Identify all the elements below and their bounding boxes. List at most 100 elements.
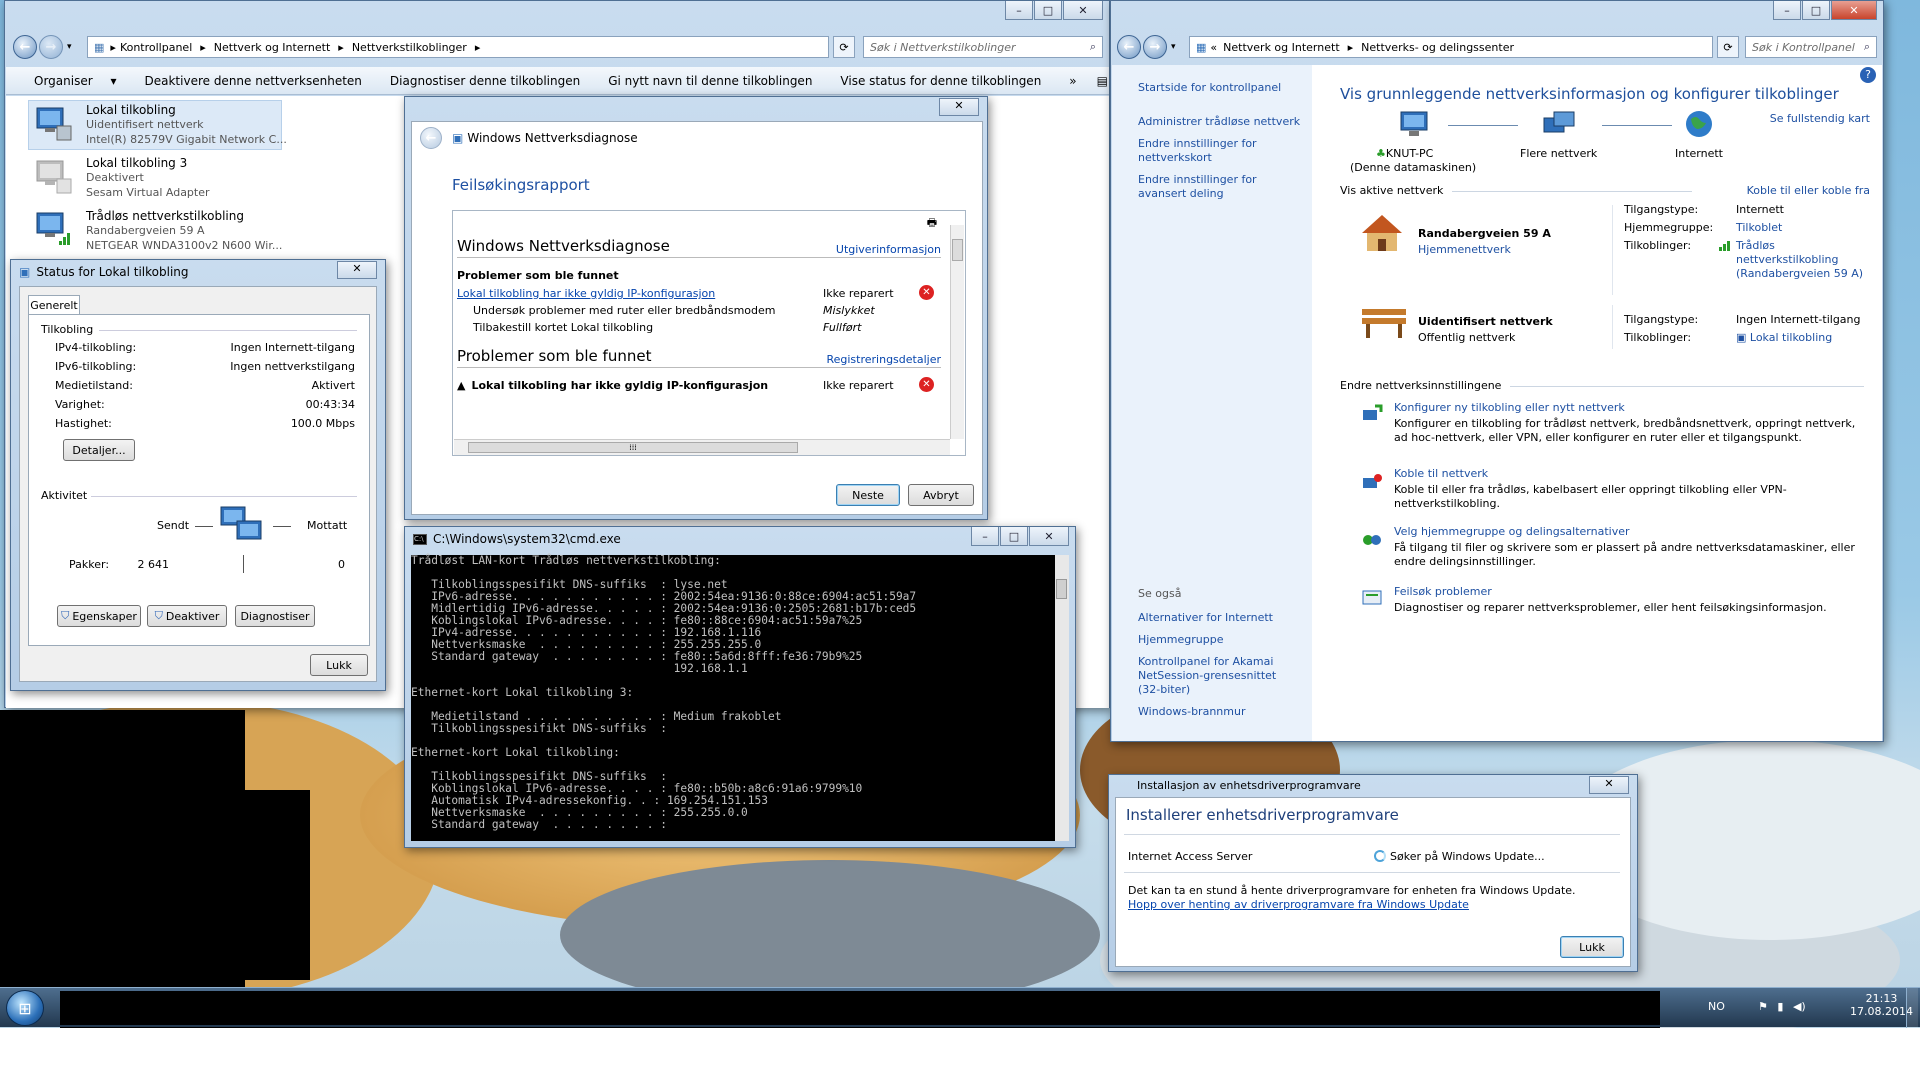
more-commands-button[interactable]: » xyxy=(1055,74,1090,88)
organize-menu[interactable]: Organiser ▾ xyxy=(6,74,131,88)
search-icon[interactable]: ⌕ xyxy=(1090,40,1096,54)
network-2-type: Offentlig nettverk xyxy=(1418,331,1516,344)
collapse-icon[interactable]: ▲ xyxy=(457,379,465,392)
connection-name[interactable]: Trådløs nettverkstilkobling xyxy=(86,209,244,223)
vertical-scrollbar[interactable] xyxy=(950,225,964,439)
search-icon[interactable]: ⌕ xyxy=(1864,40,1870,54)
tab-general[interactable]: Generelt xyxy=(28,295,80,315)
problem-link[interactable]: Lokal tilkobling har ikke gyldig IP-konf… xyxy=(457,287,715,300)
maximize-button[interactable]: □ xyxy=(1034,1,1062,20)
sidebar-link-adapter[interactable]: Endre innstillinger for nettverkskort xyxy=(1138,137,1288,165)
sidebar-link-wireless[interactable]: Administrer trådløse nettverk xyxy=(1138,115,1300,128)
details-button[interactable]: Detaljer... xyxy=(63,439,135,461)
driver-status: Søker på Windows Update... xyxy=(1374,850,1545,863)
properties-button[interactable]: ⛉ Egenskaper xyxy=(57,605,141,627)
close-dialog-button[interactable]: Lukk xyxy=(310,654,368,676)
problem-2[interactable]: ▲ Lokal tilkobling har ikke gyldig IP-kon… xyxy=(457,379,768,392)
recent-pages-icon[interactable]: ▾ xyxy=(1171,42,1176,52)
minimize-button[interactable]: – xyxy=(1773,1,1801,20)
forward-icon[interactable]: → xyxy=(1143,35,1167,59)
diagnose-button[interactable]: Diagnostiser xyxy=(235,605,315,627)
close-button[interactable]: ✕ xyxy=(1831,1,1877,20)
map-pc-sub: (Denne datamaskinen) xyxy=(1350,161,1477,174)
view-status-button[interactable]: Vise status for denne tilkoblingen xyxy=(826,74,1055,88)
refresh-icon[interactable]: ⟳ xyxy=(1717,36,1739,58)
rename-button[interactable]: Gi nytt navn til denne tilkoblingen xyxy=(594,74,826,88)
cmd-icon: C:\ xyxy=(413,533,427,545)
cmd-output[interactable]: Trådløst LAN-kort Trådløs nettverkstilko… xyxy=(411,555,1055,841)
task-troubleshoot[interactable]: Feilsøk problemer xyxy=(1394,585,1492,598)
help-icon[interactable]: ? xyxy=(1860,67,1876,83)
task-connect[interactable]: Koble til nettverk xyxy=(1394,467,1488,480)
divider xyxy=(243,555,244,573)
connections-value[interactable]: Trådløs nettverkstilkobling (Randabergve… xyxy=(1736,239,1866,281)
see-also-homegroup[interactable]: Hjemmegruppe xyxy=(1138,633,1224,646)
task-new-connection[interactable]: Konfigurer ny tilkobling eller nytt nett… xyxy=(1394,401,1625,414)
registration-link[interactable]: Registreringsdetaljer xyxy=(826,353,941,366)
clock[interactable]: 21:13 17.08.2014 xyxy=(1850,992,1913,1018)
show-desktop-button[interactable] xyxy=(1906,988,1918,1028)
disable-device-button[interactable]: Deaktivere denne nettverksenheten xyxy=(131,74,376,88)
change-settings-label: Endre nettverksinnstillingene xyxy=(1340,379,1502,392)
breadcrumb-kontrollpanel[interactable]: Kontrollpanel xyxy=(120,41,192,54)
search-input[interactable]: Søk i Nettverkstilkoblinger ⌕ xyxy=(863,36,1103,58)
address-bar[interactable]: ▦ ▸ Kontrollpanel ▸ Nettverk og Internet… xyxy=(87,36,829,58)
step-text: Undersøk problemer med ruter eller bredb… xyxy=(473,304,776,317)
flag-icon[interactable]: ⚑ xyxy=(1758,1000,1768,1013)
publisher-link[interactable]: Utgiverinformasjon xyxy=(836,243,941,256)
diagnostics-icon: ▣ xyxy=(452,131,464,145)
see-also-firewall[interactable]: Windows-brannmur xyxy=(1138,705,1245,718)
volume-icon[interactable]: ◀) xyxy=(1793,1000,1806,1013)
connection-name[interactable]: Lokal tilkobling 3 xyxy=(86,156,187,170)
minimize-button[interactable]: – xyxy=(971,527,999,546)
cmd-line: Standard gateway . . . . . . . . : xyxy=(411,818,667,831)
maximize-button[interactable]: □ xyxy=(1000,527,1028,546)
next-button[interactable]: Neste xyxy=(836,484,900,506)
network-tray-icon[interactable]: ▮ xyxy=(1777,1000,1783,1013)
network-1-type[interactable]: Hjemmenettverk xyxy=(1418,243,1511,256)
recent-pages-icon[interactable]: ▾ xyxy=(67,42,72,52)
language-indicator[interactable]: NO xyxy=(1708,1000,1725,1013)
see-also-internet-options[interactable]: Alternativer for Internett xyxy=(1138,611,1273,624)
close-dialog-button[interactable]: Lukk xyxy=(1560,936,1624,958)
close-button[interactable]: ✕ xyxy=(1589,776,1629,794)
close-button[interactable]: ✕ xyxy=(1029,527,1069,546)
homegroup-value[interactable]: Tilkoblet xyxy=(1736,221,1782,234)
breadcrumb-sharing-center[interactable]: Nettverks- og delingssenter xyxy=(1361,41,1514,54)
refresh-icon[interactable]: ⟳ xyxy=(833,36,855,58)
breadcrumb-connections[interactable]: Nettverkstilkoblinger xyxy=(352,41,467,54)
address-bar[interactable]: ▦ « Nettverk og Internett ▸ Nettverks- o… xyxy=(1189,36,1713,58)
close-button[interactable]: ✕ xyxy=(939,98,979,116)
start-button[interactable]: ⊞ xyxy=(6,990,44,1026)
sidebar-link-sharing[interactable]: Endre innstillinger for avansert deling xyxy=(1138,173,1308,201)
back-icon[interactable]: ← xyxy=(420,127,442,149)
cmd-scrollbar[interactable] xyxy=(1055,555,1069,841)
sidebar-link-home[interactable]: Startside for kontrollpanel xyxy=(1138,81,1281,94)
network-1-name: Randabergveien 59 A xyxy=(1418,227,1551,240)
connections-value[interactable]: ▣ Lokal tilkobling xyxy=(1736,331,1832,344)
minimize-button[interactable]: – xyxy=(1005,1,1033,20)
diagnose-button[interactable]: Diagnostiser denne tilkoblingen xyxy=(376,74,594,88)
breadcrumb-nettverk[interactable]: Nettverk og Internett xyxy=(214,41,331,54)
skip-windows-update-link[interactable]: Hopp over henting av driverprogramvare f… xyxy=(1128,898,1469,911)
network-icon: ▣ xyxy=(19,265,31,279)
cancel-button[interactable]: Avbryt xyxy=(908,484,974,506)
full-map-link[interactable]: Se fullstendig kart xyxy=(1770,112,1870,125)
search-input[interactable]: Søk i Kontrollpanel ⌕ xyxy=(1745,36,1877,58)
see-also-akamai[interactable]: Kontrollpanel for Akamai NetSession-gren… xyxy=(1138,655,1288,697)
maximize-button[interactable]: □ xyxy=(1802,1,1830,20)
connection-adapter: Sesam Virtual Adapter xyxy=(86,186,210,199)
back-icon[interactable]: ← xyxy=(13,35,37,59)
disable-button[interactable]: ⛉ Deaktiver xyxy=(147,605,227,627)
print-icon[interactable]: 🖶 xyxy=(923,215,941,231)
horizontal-scrollbar[interactable]: ⁞⁞⁞ xyxy=(454,439,950,455)
forward-icon[interactable]: → xyxy=(39,35,63,59)
back-icon[interactable]: ← xyxy=(1117,35,1141,59)
error-icon: ✕ xyxy=(919,285,934,300)
connection-adapter: NETGEAR WNDA3100v2 N600 Wir... xyxy=(86,239,283,252)
breadcrumb-nettverk[interactable]: Nettverk og Internett xyxy=(1223,41,1340,54)
close-button[interactable]: ✕ xyxy=(1063,1,1103,20)
connect-disconnect-link[interactable]: Koble til eller koble fra xyxy=(1747,184,1870,197)
task-homegroup[interactable]: Velg hjemmegruppe og delingsalternativer xyxy=(1394,525,1630,538)
close-button[interactable]: ✕ xyxy=(337,261,377,279)
